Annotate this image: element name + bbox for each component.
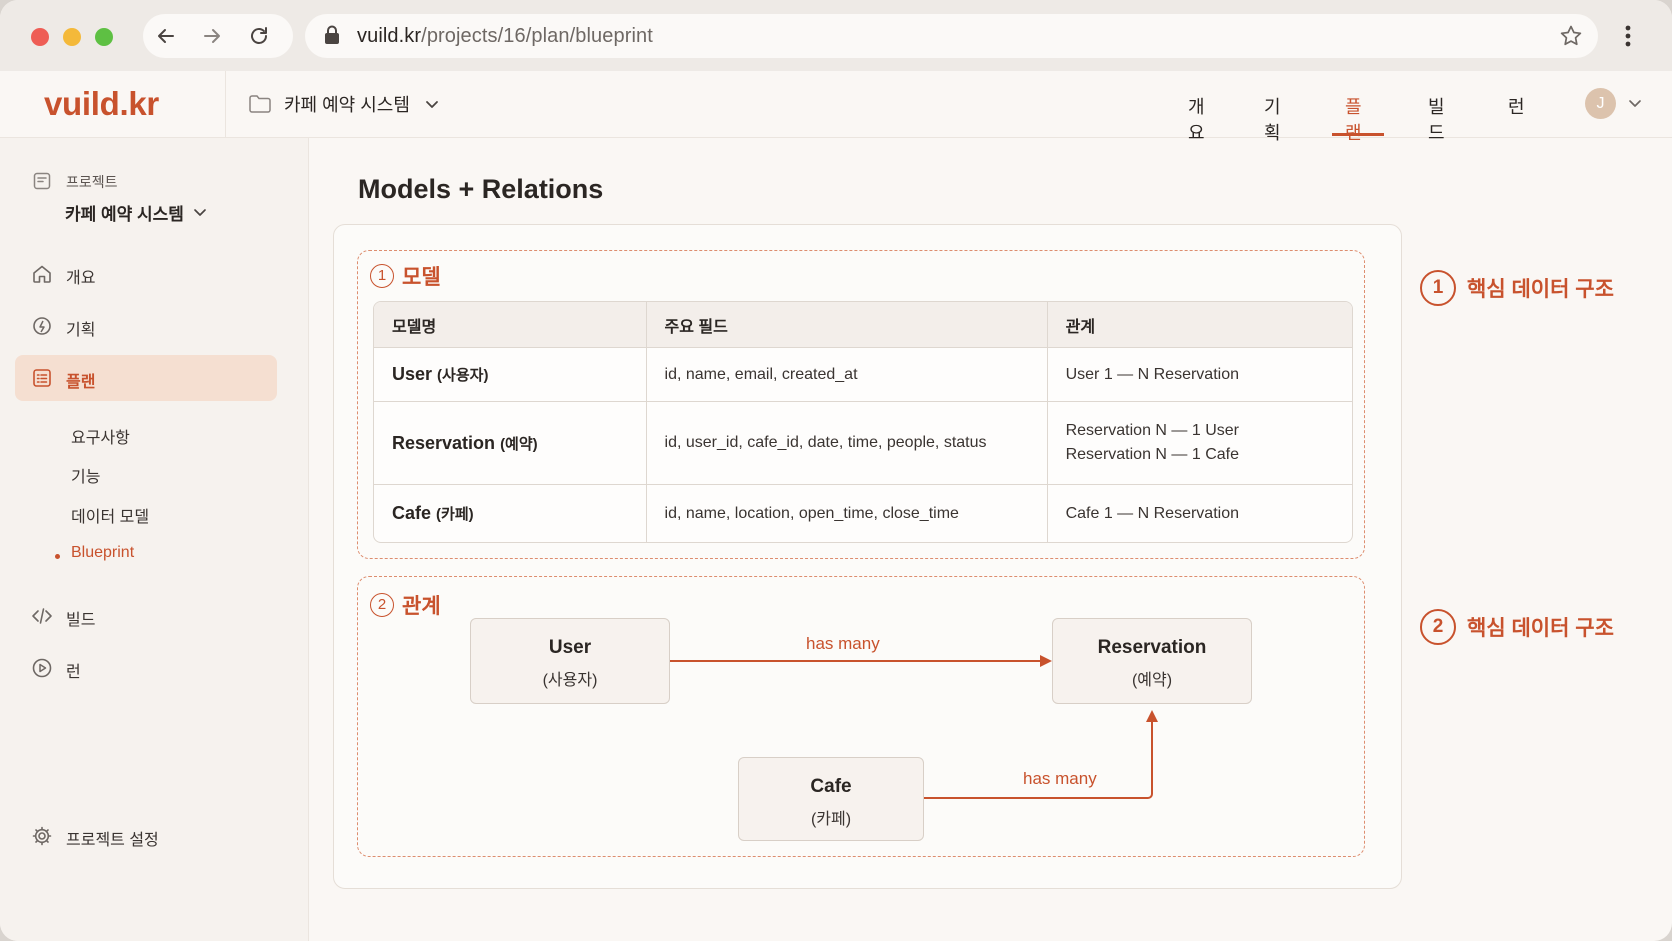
entity-name-ko: (카페) bbox=[810, 811, 852, 828]
reservation-entity-node: Reservation (예약) bbox=[1052, 618, 1252, 704]
annotation-number-badge: 2 bbox=[1420, 609, 1456, 645]
entity-name-ko: (사용자) bbox=[542, 672, 598, 689]
browser-window: vuild.kr/projects/16/plan/blueprint vuil… bbox=[0, 0, 1672, 941]
entity-name: User bbox=[548, 637, 592, 658]
user-entity-node: User (사용자) bbox=[470, 618, 670, 704]
annotation-text: 핵심 데이터 구조 bbox=[1467, 278, 1614, 301]
annotation-1: 1 핵심 데이터 구조 bbox=[1420, 270, 1614, 306]
edge-label: has many bbox=[1023, 769, 1097, 788]
edge-label: has many bbox=[806, 634, 880, 653]
annotation-number-badge: 1 bbox=[1420, 270, 1456, 306]
annotation-text: 핵심 데이터 구조 bbox=[1467, 617, 1614, 640]
entity-name: Cafe bbox=[810, 776, 852, 797]
annotation-2: 2 핵심 데이터 구조 bbox=[1420, 609, 1614, 645]
entity-name: Reservation bbox=[1097, 637, 1207, 658]
cafe-entity-node: Cafe (카페) bbox=[738, 757, 924, 841]
entity-name-ko: (예약) bbox=[1131, 672, 1173, 689]
